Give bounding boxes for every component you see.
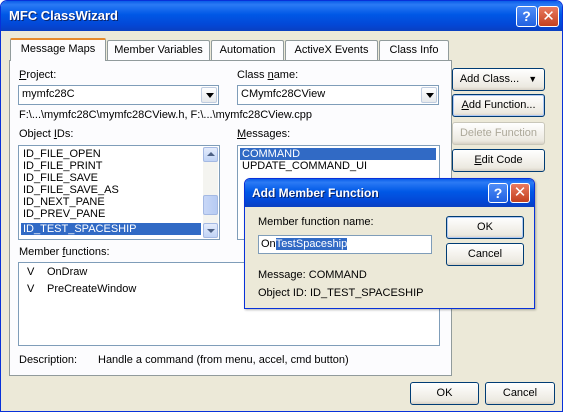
- scroll-down-icon[interactable]: [203, 223, 218, 238]
- dialog-title: Add Member Function: [252, 186, 379, 200]
- dialog-object-id-text: Object ID: ID_TEST_SPACESHIP: [258, 287, 424, 299]
- tab-member-variables[interactable]: Member Variables: [107, 40, 210, 61]
- dialog-ok-button[interactable]: OK: [446, 216, 524, 239]
- tab-label: ActiveX Events: [294, 44, 369, 56]
- title-bar[interactable]: MFC ClassWizard ? ✕: [1, 1, 562, 31]
- member-functions-label: Member functions:: [19, 246, 110, 258]
- dialog-message-text: Message: COMMAND: [258, 269, 367, 281]
- list-item[interactable]: ID_FILE_SAVE: [21, 172, 98, 184]
- tab-activex-events[interactable]: ActiveX Events: [285, 40, 378, 61]
- list-item[interactable]: ID_NEXT_PANE: [21, 196, 105, 208]
- list-item[interactable]: ID_FILE_PRINT: [21, 160, 102, 172]
- description-text: Handle a command (from menu, accel, cmd …: [98, 354, 349, 366]
- file-path-text: F:\...\mymfc28C\mymfc28CView.h, F:\...\m…: [19, 109, 313, 121]
- object-ids-scrollbar[interactable]: [203, 147, 218, 238]
- close-icon: ✕: [542, 8, 555, 25]
- help-icon: ?: [493, 185, 503, 201]
- function-name[interactable]: OnDraw: [45, 266, 87, 278]
- project-label: Project:: [19, 69, 57, 81]
- project-value: mymfc28C: [22, 88, 75, 100]
- scroll-up-icon[interactable]: [203, 147, 218, 162]
- chevron-down-icon[interactable]: [201, 87, 217, 103]
- close-icon: ✕: [513, 184, 527, 201]
- cancel-button[interactable]: Cancel: [485, 382, 555, 405]
- dialog-title-bar[interactable]: Add Member Function ? ✕: [245, 179, 534, 207]
- object-ids-list[interactable]: ID_FILE_OPEN ID_FILE_PRINT ID_FILE_SAVE …: [18, 145, 220, 240]
- dialog-help-button[interactable]: ?: [488, 183, 508, 203]
- tab-message-maps[interactable]: Message Maps: [10, 38, 106, 61]
- list-item[interactable]: ID_FILE_SAVE_AS: [21, 184, 119, 196]
- project-combo[interactable]: mymfc28C: [18, 85, 219, 105]
- description-label: Description:: [19, 354, 78, 366]
- tab-label: Message Maps: [20, 43, 96, 55]
- add-member-function-dialog: Add Member Function ? ✕ Member function …: [244, 178, 535, 309]
- tab-automation[interactable]: Automation: [211, 40, 284, 61]
- tab-label: Class Info: [389, 44, 439, 56]
- function-flag: V: [27, 266, 35, 278]
- tab-label: Automation: [219, 44, 276, 56]
- help-icon: ?: [522, 8, 531, 24]
- window-title: MFC ClassWizard: [9, 8, 118, 23]
- function-name-field[interactable]: OnTestSpaceship: [258, 235, 432, 254]
- class-name-label: Class name:: [237, 69, 299, 81]
- list-item[interactable]: UPDATE_COMMAND_UI: [240, 160, 367, 172]
- edit-code-button[interactable]: Edit Code: [452, 149, 545, 172]
- class-name-value: CMymfc28CView: [241, 88, 326, 100]
- messages-label: Messages:: [237, 128, 291, 140]
- tab-label: Member Variables: [114, 44, 203, 56]
- scroll-thumb[interactable]: [203, 195, 218, 215]
- list-item-selected[interactable]: COMMAND: [240, 148, 436, 160]
- chevron-down-icon[interactable]: [421, 87, 437, 103]
- function-name[interactable]: PreCreateWindow: [45, 283, 136, 295]
- add-class-button[interactable]: Add Class... ▼: [452, 68, 545, 91]
- list-item-selected[interactable]: ID_TEST_SPACESHIP: [21, 223, 201, 235]
- help-button[interactable]: ?: [516, 6, 537, 27]
- add-function-button[interactable]: Add Function...: [452, 94, 545, 117]
- object-ids-label: Object IDs:: [19, 128, 74, 140]
- dialog-close-button[interactable]: ✕: [510, 183, 530, 203]
- close-button[interactable]: ✕: [538, 6, 559, 27]
- ok-button[interactable]: OK: [410, 382, 479, 405]
- class-name-combo[interactable]: CMymfc28CView: [237, 85, 439, 105]
- list-item[interactable]: ID_PREV_PANE: [21, 208, 105, 220]
- list-item[interactable]: ID_FILE_OPEN: [21, 148, 101, 160]
- function-flag: V: [27, 283, 35, 295]
- dropdown-arrow-icon: ▼: [528, 74, 538, 84]
- function-name-label: Member function name:: [258, 216, 374, 228]
- function-name-value: OnTestSpaceship: [261, 238, 348, 250]
- delete-function-button[interactable]: Delete Function: [452, 122, 545, 145]
- tab-class-info[interactable]: Class Info: [379, 40, 449, 61]
- dialog-cancel-button[interactable]: Cancel: [446, 243, 524, 266]
